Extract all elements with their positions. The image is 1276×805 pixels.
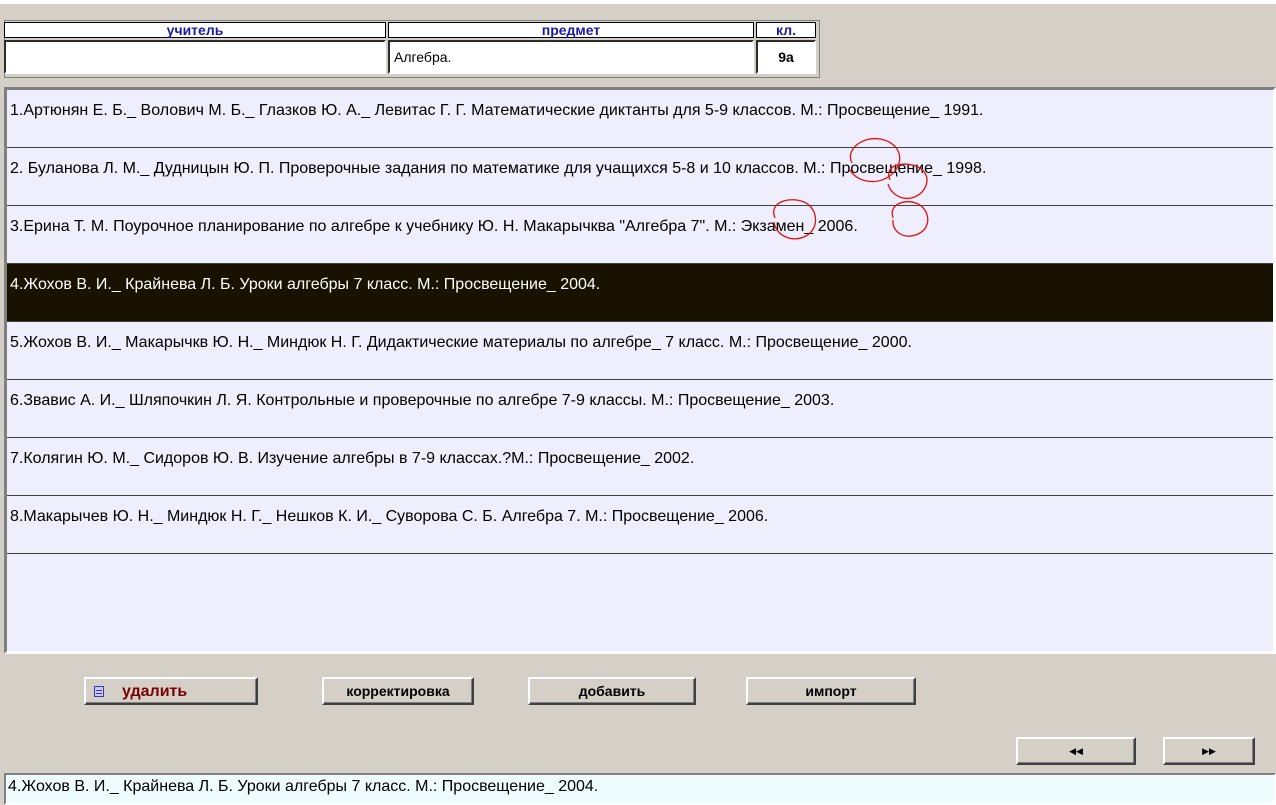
top-strip [0, 0, 1276, 4]
teacher-column-header: учитель [4, 22, 386, 38]
list-item-empty[interactable] [7, 554, 1273, 642]
next-record-button[interactable]: ▶▶ [1163, 737, 1255, 765]
list-item[interactable]: 6.Звавис А. И._ Шляпочкин Л. Я. Контроль… [7, 380, 1273, 438]
list-item[interactable]: 3.Ерина Т. М. Поурочное планирование по … [7, 206, 1273, 264]
list-item[interactable]: 7.Колягин Ю. М._ Сидоров Ю. В. Изучение … [7, 438, 1273, 496]
double-right-arrow-icon: ▶▶ [1202, 746, 1216, 756]
edit-button[interactable]: корректировка [322, 677, 474, 705]
list-item-selected[interactable]: 4.Жохов В. И._ Крайнева Л. Б. Уроки алге… [7, 264, 1273, 322]
teacher-field[interactable] [4, 40, 386, 74]
bibliography-list[interactable]: 1.Артюнян Е. Б._ Волович М. Б._ Глазков … [4, 87, 1276, 654]
list-item[interactable]: 1.Артюнян Е. Б._ Волович М. Б._ Глазков … [7, 90, 1273, 148]
table-icon [94, 686, 104, 697]
list-item[interactable]: 5.Жохов В. И._ Макарычкв Ю. Н._ Миндюк Н… [7, 322, 1273, 380]
list-item[interactable]: 8.Макарычев Ю. Н._ Миндюк Н. Г._ Нешков … [7, 496, 1273, 554]
subject-column-header: предмет [388, 22, 754, 38]
redacted-name [18, 48, 348, 68]
class-column-header: кл. [756, 22, 816, 38]
selected-record-display: 4.Жохов В. И._ Крайнева Л. Б. Уроки алге… [4, 773, 1276, 805]
double-left-arrow-icon: ◀◀ [1069, 746, 1083, 756]
add-button[interactable]: добавить [528, 677, 696, 705]
delete-button-label: удалить [122, 683, 188, 700]
import-button[interactable]: импорт [746, 677, 916, 705]
list-item[interactable]: 2. Буланова Л. М._ Дудницын Ю. П. Провер… [7, 148, 1273, 206]
subject-field[interactable]: Алгебра. [388, 40, 754, 74]
class-field[interactable]: 9а [756, 40, 816, 74]
previous-record-button[interactable]: ◀◀ [1016, 737, 1136, 765]
delete-button[interactable]: удалить [84, 677, 258, 705]
